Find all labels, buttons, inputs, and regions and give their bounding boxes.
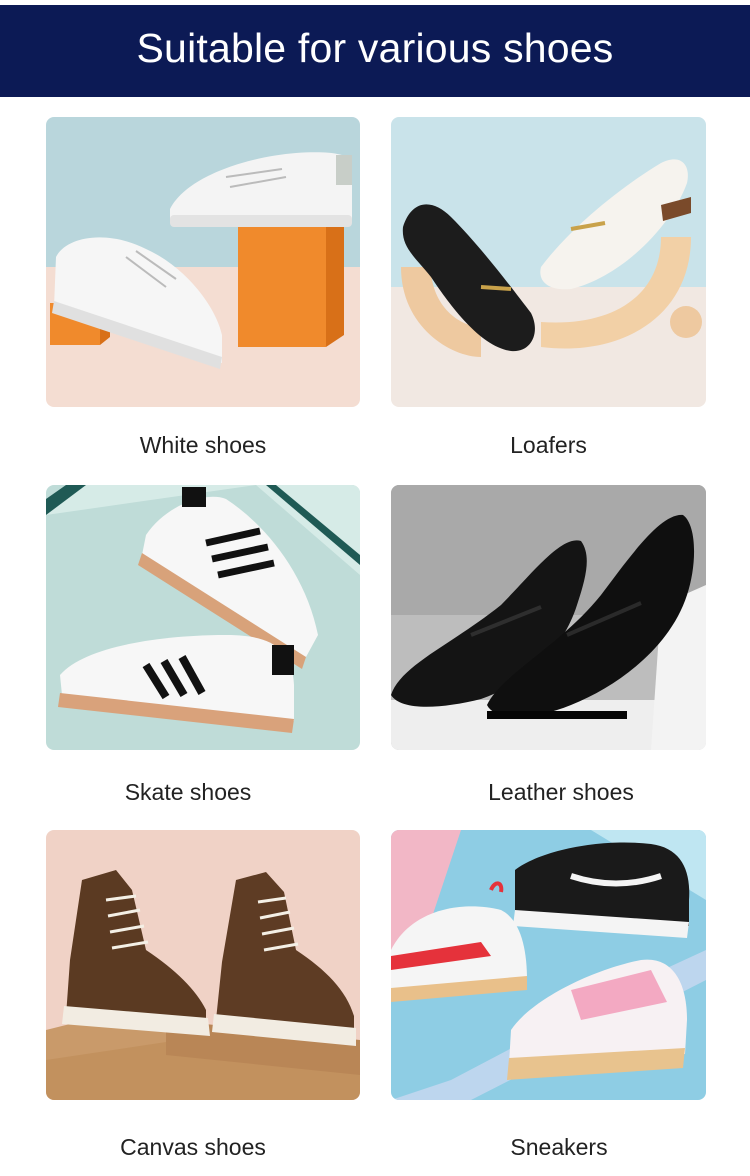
sneakers-image: [391, 830, 706, 1100]
sneakers-label: Sneakers: [510, 1134, 608, 1160]
skate-shoes-label: Skate shoes: [124, 779, 252, 805]
white-shoes-image: [46, 117, 360, 407]
loafers-label: Loafers: [510, 432, 587, 458]
header-bar: Suitable for various shoes: [0, 5, 750, 97]
loafers-image: [391, 117, 706, 407]
leather-shoes-image: [391, 485, 706, 750]
canvas-shoes-label: Canvas shoes: [120, 1134, 266, 1160]
skate-shoes-image: [46, 485, 360, 750]
leather-shoes-label: Leather shoes: [488, 779, 634, 805]
page-title: Suitable for various shoes: [136, 24, 614, 71]
white-shoes-label: White shoes: [139, 432, 267, 458]
canvas-shoes-image: [46, 830, 360, 1100]
header-banner: Suitable for various shoes: [0, 0, 750, 100]
